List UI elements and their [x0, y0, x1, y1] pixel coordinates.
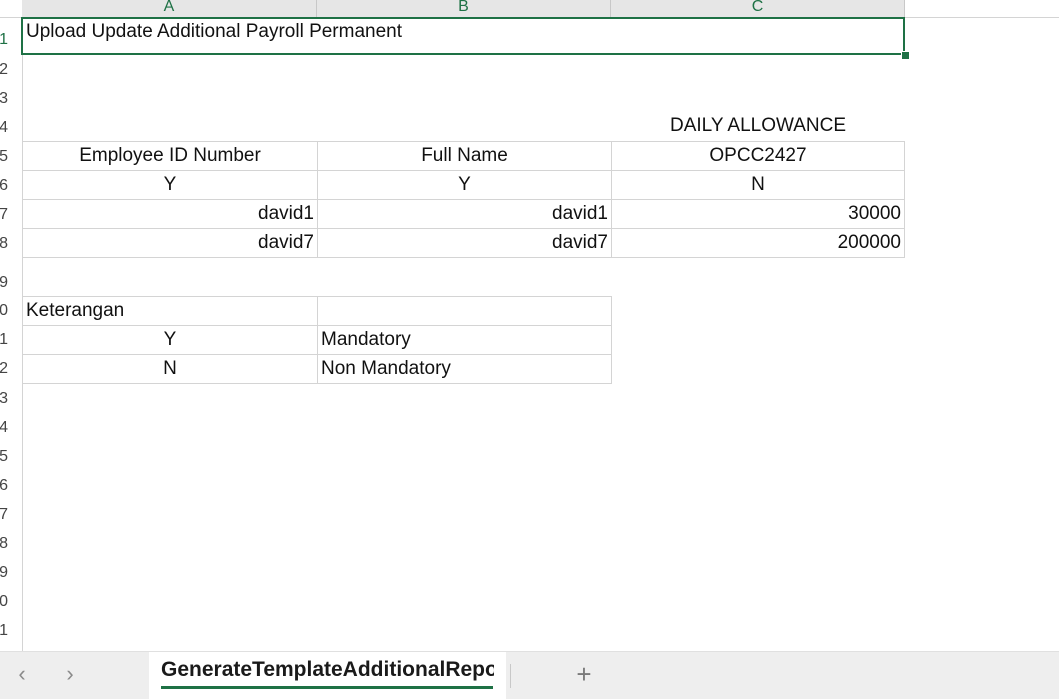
row-header-5[interactable]: 5: [0, 146, 22, 168]
cell-b10[interactable]: [317, 296, 612, 326]
row-header-10[interactable]: 10: [0, 300, 22, 322]
row-header-18[interactable]: 18: [0, 533, 22, 555]
cell-b6-flag[interactable]: Y: [317, 170, 612, 200]
cell-a10-legend-title[interactable]: Keterangan: [22, 296, 318, 326]
cell-c4-group-header[interactable]: DAILY ALLOWANCE: [611, 113, 905, 139]
row-header-11[interactable]: 11: [0, 329, 22, 351]
row-header-2[interactable]: 2: [0, 59, 22, 81]
cell-b7[interactable]: david1: [317, 199, 612, 229]
row-header-3[interactable]: 3: [0, 88, 22, 110]
row-header-13[interactable]: 13: [0, 388, 22, 410]
cell-c6-flag[interactable]: N: [611, 170, 905, 200]
cell-c8[interactable]: 200000: [611, 228, 905, 258]
row-header-7[interactable]: 7: [0, 204, 22, 226]
row-header-6[interactable]: 6: [0, 175, 22, 197]
row-header-8[interactable]: 8: [0, 233, 22, 255]
row-header-15[interactable]: 15: [0, 446, 22, 468]
sheet-tab-active[interactable]: GenerateTemplateAdditionalRepor: [149, 652, 506, 699]
cell-b11-meaning[interactable]: Mandatory: [317, 325, 612, 355]
row-header-19[interactable]: 19: [0, 562, 22, 584]
cell-a12-code[interactable]: N: [22, 354, 318, 384]
cell-a8[interactable]: david7: [22, 228, 318, 258]
cell-b12-meaning[interactable]: Non Mandatory: [317, 354, 612, 384]
row-header-17[interactable]: 17: [0, 504, 22, 526]
row-header-21[interactable]: 21: [0, 620, 22, 642]
cell-a6-flag[interactable]: Y: [22, 170, 318, 200]
row-header-12[interactable]: 12: [0, 358, 22, 380]
tab-divider: [510, 664, 511, 688]
fill-handle[interactable]: [901, 51, 910, 60]
row-header-20[interactable]: 20: [0, 591, 22, 613]
cell-c5-header[interactable]: OPCC2427: [611, 141, 905, 171]
cell-a1-title[interactable]: Upload Update Additional Payroll Permane…: [23, 20, 405, 50]
row-header-1[interactable]: 1: [0, 20, 22, 49]
chevron-left-icon[interactable]: ‹: [10, 660, 34, 688]
row-header-14[interactable]: 14: [0, 417, 22, 439]
chevron-right-icon[interactable]: ›: [58, 660, 82, 688]
cell-c7[interactable]: 30000: [611, 199, 905, 229]
cell-a5-header[interactable]: Employee ID Number: [22, 141, 318, 171]
sheet-tab-label: GenerateTemplateAdditionalRepor: [161, 658, 494, 681]
cell-b5-header[interactable]: Full Name: [317, 141, 612, 171]
column-header-b[interactable]: B: [317, 0, 611, 17]
sheet-tab-bar: ‹ › GenerateTemplateAdditionalRepor +: [0, 651, 1059, 699]
column-header-c[interactable]: C: [611, 0, 905, 17]
plus-icon[interactable]: +: [572, 660, 596, 688]
row-header-4[interactable]: 4: [0, 117, 22, 139]
cell-b8[interactable]: david7: [317, 228, 612, 258]
active-tab-indicator: [161, 686, 493, 689]
row-header-9[interactable]: 9: [0, 272, 22, 294]
column-header-a[interactable]: A: [22, 0, 317, 17]
row-header-16[interactable]: 16: [0, 475, 22, 497]
cell-a7[interactable]: david1: [22, 199, 318, 229]
cell-a11-code[interactable]: Y: [22, 325, 318, 355]
